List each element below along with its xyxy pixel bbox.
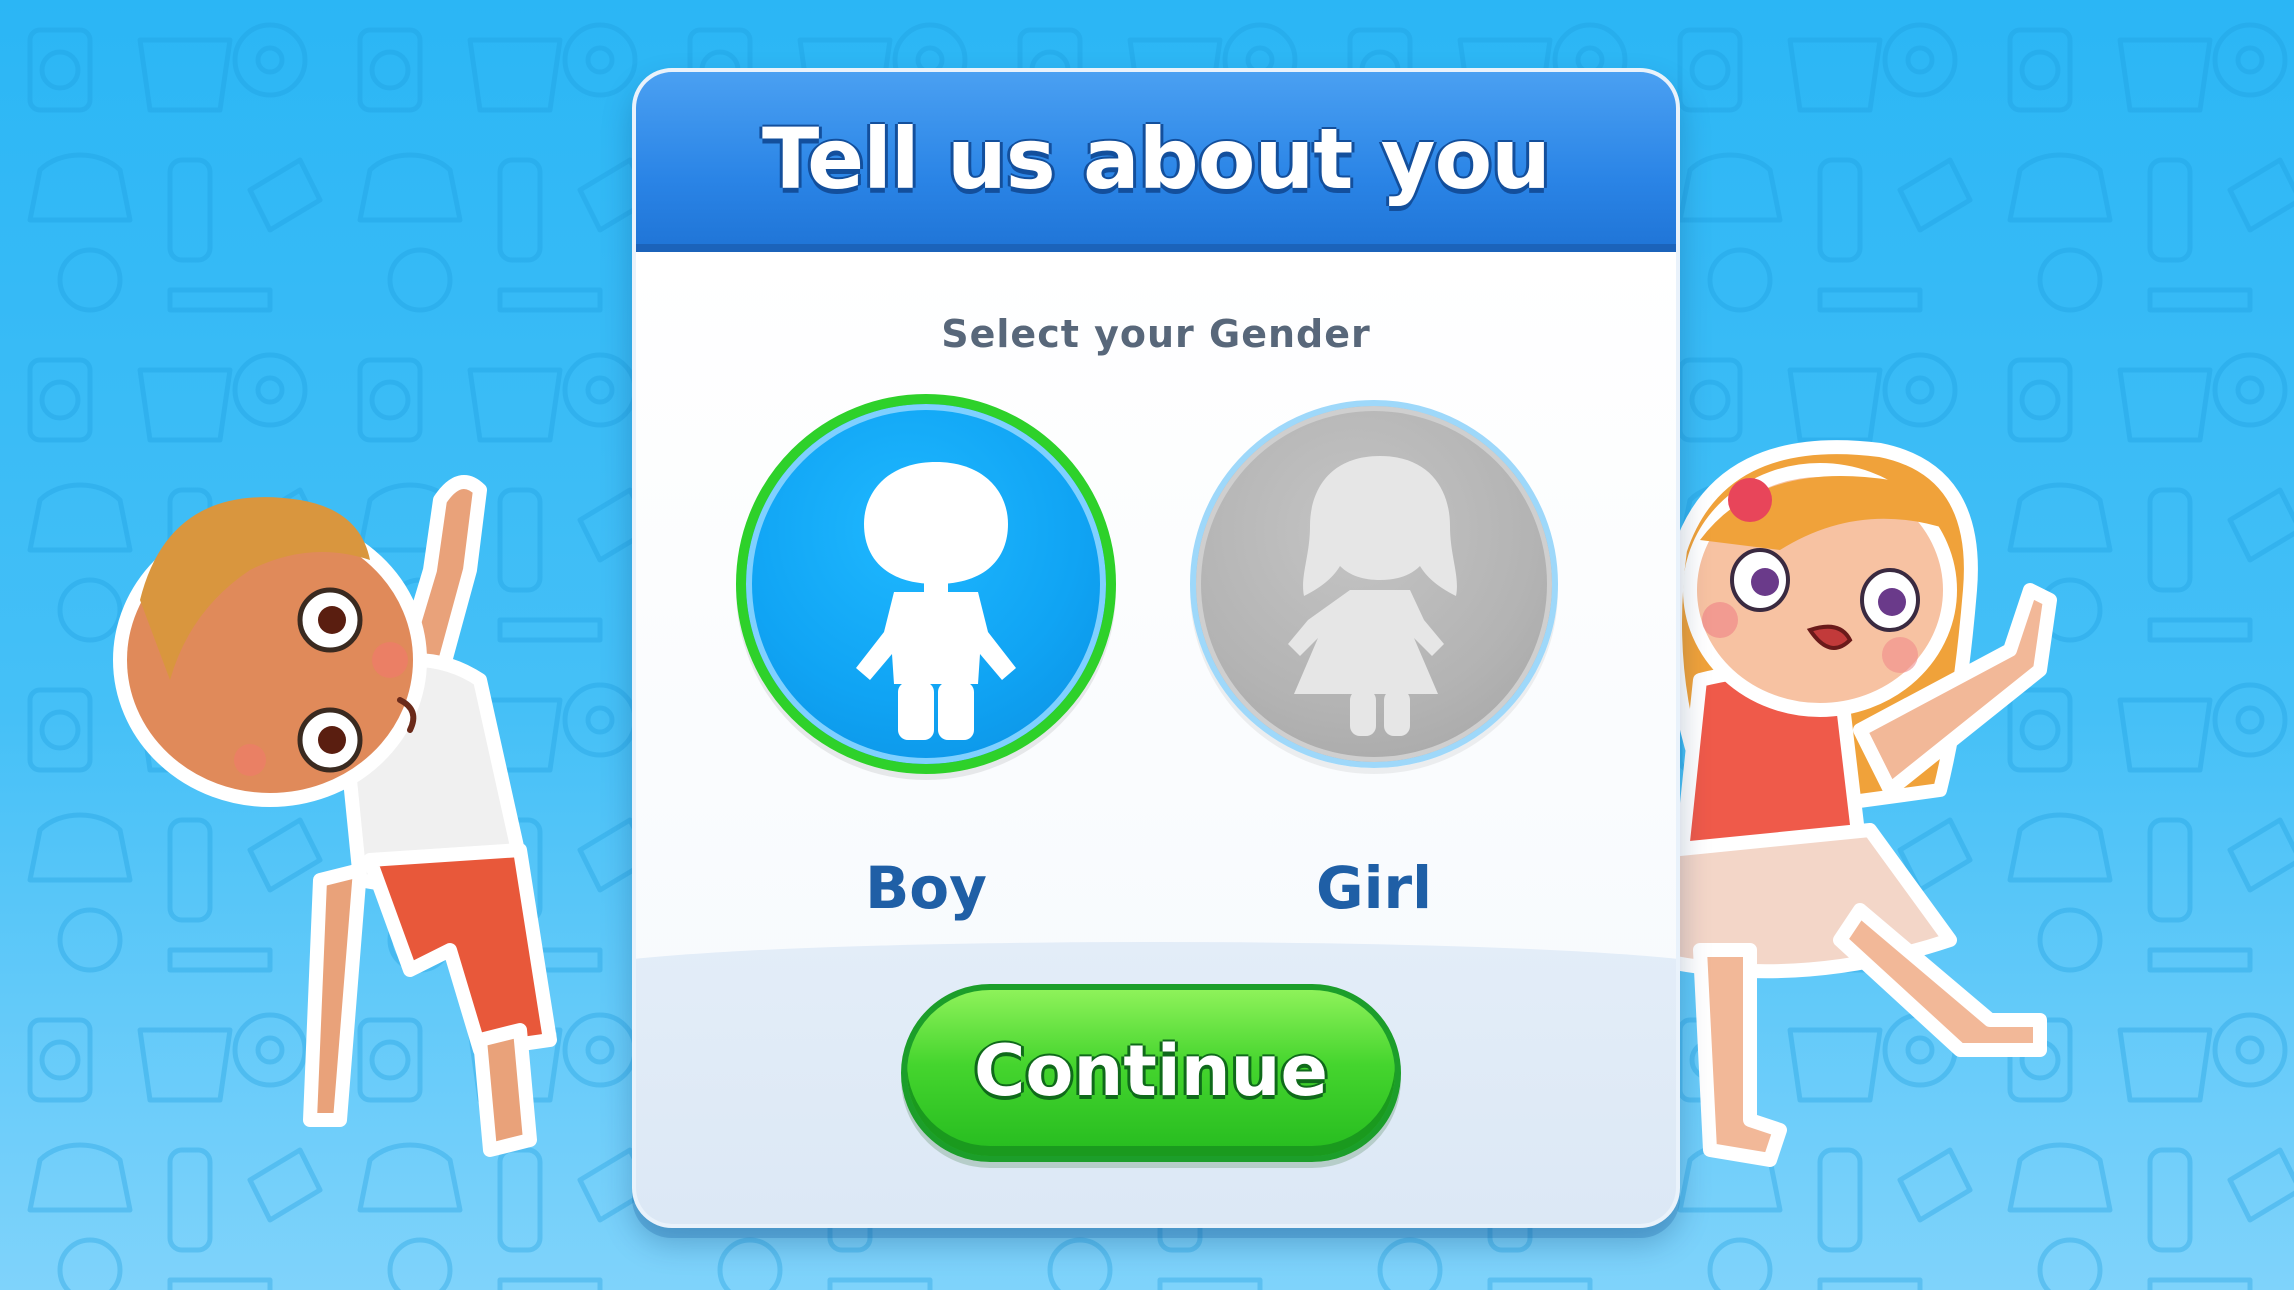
gender-dialog: Tell us about you Select your Gender Boy	[632, 68, 1680, 1228]
gender-option-girl[interactable]: Girl	[1184, 394, 1564, 922]
gender-option-boy[interactable]: Boy	[736, 394, 1116, 922]
girl-character-illustration	[1653, 440, 2057, 1167]
boy-character-illustration	[113, 475, 557, 1157]
gender-prompt: Select your Gender	[941, 312, 1371, 356]
boy-avatar-button[interactable]	[736, 394, 1116, 774]
continue-button[interactable]: Continue	[901, 984, 1401, 1162]
girl-avatar-button[interactable]	[1190, 400, 1558, 768]
dialog-header: Tell us about you	[636, 72, 1676, 252]
girl-silhouette-icon	[1288, 456, 1457, 736]
boy-silhouette-icon	[856, 462, 1016, 740]
dialog-title: Tell us about you	[762, 110, 1551, 208]
boy-label: Boy	[865, 854, 987, 922]
girl-label: Girl	[1316, 854, 1432, 922]
continue-label: Continue	[974, 1030, 1328, 1112]
